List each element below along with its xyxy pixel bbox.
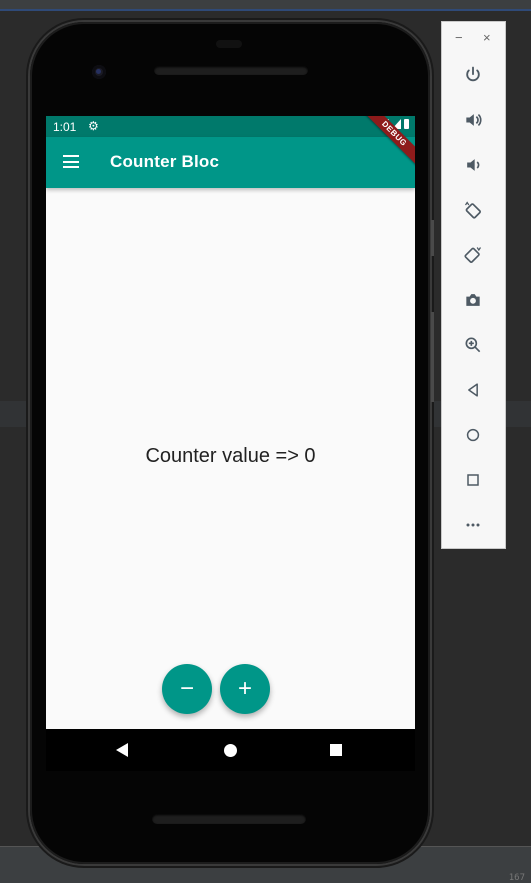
bottom-speaker [152, 814, 306, 824]
camera-icon[interactable] [460, 287, 486, 313]
battery-icon [404, 119, 409, 129]
volume-side-button [431, 312, 434, 402]
status-time: 1:01 [53, 120, 77, 134]
overview-icon[interactable] [460, 467, 486, 493]
proximity-sensor [216, 40, 242, 48]
power-icon[interactable] [460, 62, 486, 88]
hamburger-menu-icon[interactable] [63, 155, 79, 168]
status-bar: 1:01 ⚙ [46, 116, 415, 137]
volume-up-icon[interactable] [460, 107, 486, 133]
home-icon[interactable] [460, 422, 486, 448]
nav-home-icon[interactable] [224, 744, 237, 757]
nav-back-icon[interactable] [116, 743, 128, 757]
app-title: Counter Bloc [110, 152, 220, 171]
zoom-icon[interactable] [460, 332, 486, 358]
settings-notification-icon: ⚙ [88, 119, 99, 133]
phone-frame: 1:01 ⚙ Counter Bloc DEBUG Counter value … [30, 22, 434, 864]
increment-button[interactable]: + [220, 664, 270, 714]
counter-value-text: Counter value => 0 [145, 445, 316, 467]
toolbar-close-button[interactable]: × [483, 30, 491, 45]
ide-title-bar [0, 0, 531, 11]
power-side-button [431, 220, 434, 256]
rotate-left-icon[interactable] [460, 197, 486, 223]
earpiece-speaker [154, 66, 308, 75]
toolbar-minimize-button[interactable]: − [455, 30, 463, 45]
back-icon[interactable] [460, 377, 486, 403]
more-icon[interactable] [460, 512, 486, 538]
app-bar: Counter Bloc [46, 137, 415, 188]
decrement-button[interactable]: − [162, 664, 212, 714]
android-nav-bar [46, 729, 415, 771]
device-screen: 1:01 ⚙ Counter Bloc DEBUG Counter value … [46, 116, 415, 729]
volume-down-icon[interactable] [460, 152, 486, 178]
front-camera-icon [92, 65, 106, 79]
emulator-toolbar: − × [441, 21, 506, 549]
rotate-right-icon[interactable] [460, 242, 486, 268]
nav-recents-icon[interactable] [330, 744, 342, 756]
